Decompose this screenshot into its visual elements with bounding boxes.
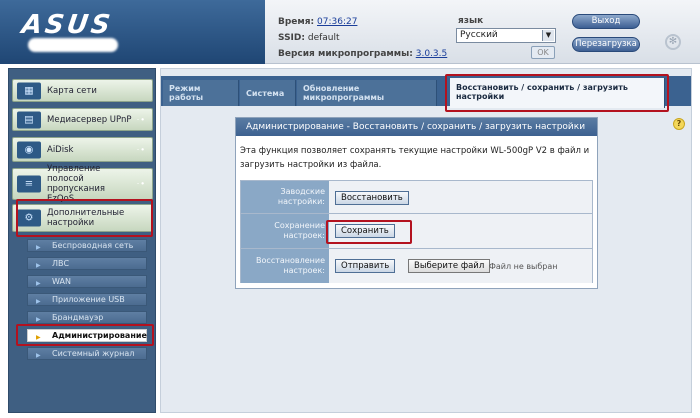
settings-table: Заводские настройки: Восстановить Сохран… <box>240 180 593 283</box>
ssid-label: SSID: <box>278 33 305 43</box>
panel-title: Администрирование - Восстановить / сохра… <box>236 118 597 136</box>
media-server-icon: ▤ <box>17 111 41 128</box>
sidebar-item-advanced-settings[interactable]: ⚙ Дополнительные настройки <box>12 204 153 232</box>
sidebar-subitem-label: WAN <box>52 277 71 286</box>
sidebar-subitem-usb-app[interactable]: ▶ Приложение USB <box>27 293 147 306</box>
sidebar-item-label: Карта сети <box>47 85 97 96</box>
advanced-settings-icon: ⚙ <box>17 209 41 227</box>
sidebar-subitem-label: Администрирование <box>52 331 147 340</box>
asus-logo: ASUS <box>19 10 115 40</box>
choose-file-button[interactable]: Выберите файл <box>408 259 491 273</box>
table-row-save: Сохранение настроек: Сохранить <box>241 214 592 249</box>
status-dots-icon: ·• <box>136 179 146 189</box>
status-dots-icon: ·• <box>136 145 146 154</box>
language-selected-value: Русский <box>460 30 498 40</box>
arrow-right-icon: ▶ <box>36 262 41 269</box>
arrow-right-icon: ▶ <box>36 298 41 305</box>
row-value: Сохранить <box>329 214 592 248</box>
sidebar-subitem-label: Системный журнал <box>52 349 135 358</box>
sidebar-subitem-label: Беспроводная сеть <box>52 241 134 250</box>
tab-system[interactable]: Система <box>240 80 296 106</box>
row-value: Отправить Выберите файл Файл не выбран <box>329 249 592 283</box>
gear-icon: ✻ <box>665 34 681 50</box>
tab-firmware-upgrade[interactable]: Обновление микропрограммы <box>297 80 437 106</box>
sidebar-subitem-wan[interactable]: ▶ WAN <box>27 275 147 288</box>
language-ok-button[interactable]: OK <box>531 46 555 59</box>
network-map-icon: ▦ <box>17 82 41 99</box>
arrow-right-icon: ▶ <box>36 334 41 341</box>
sidebar-subitem-label: ЛВС <box>52 259 70 268</box>
status-info: Время: 07:36:27 SSID: default Версия мик… <box>278 14 447 62</box>
tab-operation-mode[interactable]: Режим работы <box>163 80 239 106</box>
sidebar-subitem-system-log[interactable]: ▶ Системный журнал <box>27 347 147 360</box>
sidebar-subitem-wireless[interactable]: ▶ Беспроводная сеть <box>27 239 147 252</box>
restore-button[interactable]: Восстановить <box>335 191 409 205</box>
chevron-down-icon: ▼ <box>542 30 554 41</box>
file-status-text: Файл не выбран <box>489 262 558 271</box>
sidebar-item-media-server[interactable]: ▤ Медиасервер UPnP ·• <box>12 108 153 131</box>
time-link[interactable]: 07:36:27 <box>317 17 357 27</box>
firmware-label: Версия микропрограммы: <box>278 49 413 59</box>
save-settings-label: Сохранение настроек: <box>241 214 329 248</box>
save-button[interactable]: Сохранить <box>335 224 395 238</box>
help-icon[interactable]: ? <box>673 118 685 130</box>
sidebar-item-label: AiDisk <box>47 144 74 155</box>
sidebar-item-label: Управление полосой пропускания EzQoS <box>47 164 105 204</box>
ssid-value: default <box>307 33 340 43</box>
logo-area: ASUS <box>0 0 265 64</box>
table-row-restore: Восстановление настроек: Отправить Выбер… <box>241 249 592 283</box>
sidebar-subitem-administration[interactable]: ▶ Администрирование <box>27 329 147 342</box>
aidisk-icon: ◉ <box>17 141 41 158</box>
panel-description: Эта функция позволяет сохранять текущие … <box>240 146 590 170</box>
tab-restore-save-upload[interactable]: Восстановить / сохранить / загрузить нас… <box>450 78 665 108</box>
blurred-region <box>28 38 118 52</box>
firmware-version-link[interactable]: 3.0.3.5 <box>416 49 448 59</box>
sidebar-item-network-map[interactable]: ▦ Карта сети <box>12 79 153 102</box>
time-label: Время: <box>278 17 315 27</box>
sidebar-subitem-label: Приложение USB <box>52 295 125 304</box>
arrow-right-icon: ▶ <box>36 352 41 359</box>
restore-settings-label: Восстановление настроек: <box>241 249 329 283</box>
table-row-factory: Заводские настройки: Восстановить <box>241 181 592 214</box>
sidebar-item-label: Медиасервер UPnP <box>47 114 132 125</box>
logout-button[interactable]: Выход <box>572 14 640 29</box>
status-dots-icon: ·• <box>136 115 146 124</box>
factory-settings-label: Заводские настройки: <box>241 181 329 213</box>
row-value: Восстановить <box>329 181 592 213</box>
qos-icon: ≡ <box>17 175 41 193</box>
upload-button[interactable]: Отправить <box>335 259 396 273</box>
sidebar-item-aidisk[interactable]: ◉ AiDisk ·• <box>12 137 153 162</box>
sidebar-item-ezqos[interactable]: ≡ Управление полосой пропускания EzQoS ·… <box>12 164 153 204</box>
settings-panel: Администрирование - Восстановить / сохра… <box>235 117 598 289</box>
language-label: язык <box>458 16 484 26</box>
language-select[interactable]: Русский ▼ <box>456 28 556 43</box>
sidebar-subitem-lan[interactable]: ▶ ЛВС <box>27 257 147 270</box>
arrow-right-icon: ▶ <box>36 280 41 287</box>
arrow-right-icon: ▶ <box>36 316 41 323</box>
header: ASUS Время: 07:36:27 SSID: default Верси… <box>0 0 700 64</box>
reboot-button[interactable]: Перезагрузка <box>572 37 640 52</box>
sidebar-subitem-firewall[interactable]: ▶ Брандмауэр <box>27 311 147 324</box>
sidebar-subitem-label: Брандмауэр <box>52 313 104 322</box>
arrow-right-icon: ▶ <box>36 244 41 251</box>
sidebar-item-label: Дополнительные настройки <box>47 208 125 228</box>
